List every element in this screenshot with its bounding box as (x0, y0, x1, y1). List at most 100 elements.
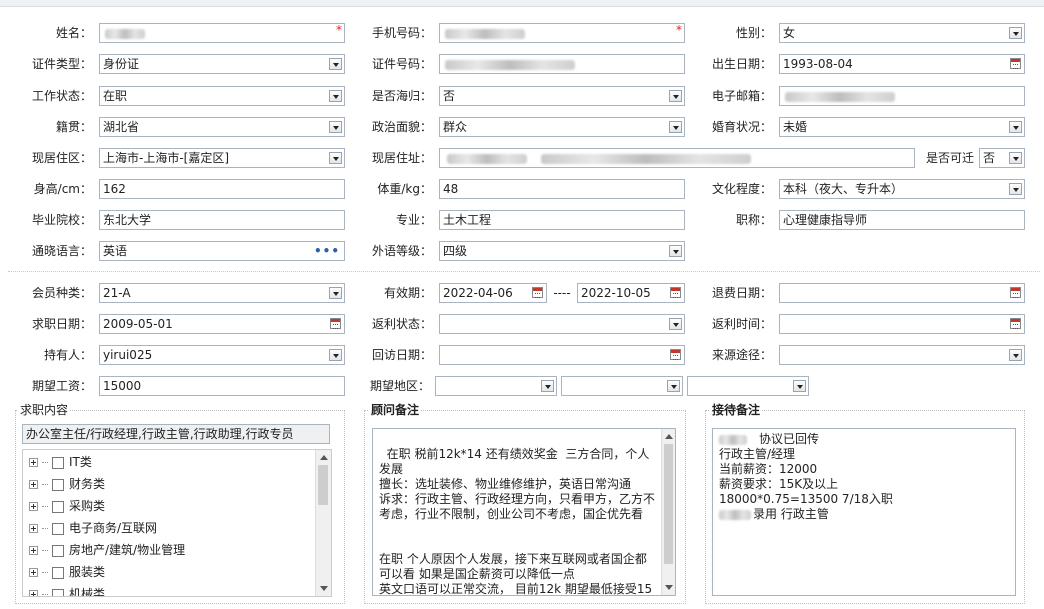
holder-select[interactable]: yirui025 (99, 345, 345, 365)
tree-item[interactable]: 机械类 (29, 585, 105, 596)
checkbox[interactable] (52, 522, 64, 535)
overseas-select[interactable]: 否 (439, 86, 685, 106)
scroll-up-icon[interactable] (665, 434, 673, 439)
expand-icon[interactable] (29, 502, 38, 511)
chevron-down-icon[interactable] (329, 152, 342, 164)
phone-field[interactable]: * (439, 23, 685, 43)
id-no-label: 证件号码： (371, 57, 432, 71)
scroll-up-icon[interactable] (320, 455, 328, 460)
expand-icon[interactable] (29, 480, 38, 489)
job-category-tree[interactable]: IT类 财务类 采购类 电子商务/互联网 房地产/建筑/物业管理 服装类 机械类 (22, 449, 332, 597)
valid-start-field[interactable]: 2022-04-06 (439, 283, 547, 303)
expand-icon[interactable] (29, 524, 38, 533)
major-field[interactable]: 土木工程 (439, 210, 685, 230)
calendar-icon[interactable] (1010, 318, 1021, 329)
advisor-note-textarea[interactable]: 在职 税前12k*14 还有绩效奖金 三方合同，个人发展 擅长：选址装修、物业维… (372, 428, 676, 596)
gender-select[interactable]: 女 (779, 23, 1025, 43)
calendar-icon[interactable] (330, 318, 341, 329)
region-district-select[interactable] (687, 376, 809, 396)
id-no-field[interactable] (439, 54, 685, 74)
calendar-icon[interactable] (532, 287, 543, 298)
member-type-select[interactable]: 21-A (99, 283, 345, 303)
checkbox[interactable] (52, 544, 64, 557)
tree-item[interactable]: 采购类 (29, 497, 105, 515)
checkbox[interactable] (52, 566, 64, 579)
chevron-down-icon[interactable] (1009, 152, 1022, 164)
rebate-time-field[interactable] (779, 314, 1025, 334)
hometown-select[interactable]: 湖北省 (99, 117, 345, 137)
language-field[interactable]: 英语 ••• (99, 241, 345, 261)
checkbox[interactable] (52, 456, 64, 469)
region-province-select[interactable] (435, 376, 557, 396)
expand-icon[interactable] (29, 590, 38, 596)
tree-item[interactable]: 房地产/建筑/物业管理 (29, 541, 185, 559)
title-field[interactable]: 心理健康指导师 (779, 210, 1025, 230)
checkbox[interactable] (52, 500, 64, 513)
email-field[interactable] (779, 86, 1025, 106)
residence-select[interactable]: 上海市-上海市-[嘉定区] (99, 148, 345, 168)
chevron-down-icon[interactable] (329, 90, 342, 102)
political-select[interactable]: 群众 (439, 117, 685, 137)
work-status-select[interactable]: 在职 (99, 86, 345, 106)
education-select[interactable]: 本科（夜大、专升本） (779, 179, 1025, 199)
reception-note-textarea[interactable]: 协议已回传 行政主管/经理 当前薪资：12000 薪资要求：15K及以上 180… (712, 428, 1016, 596)
chevron-down-icon[interactable] (1009, 349, 1022, 361)
salary-field[interactable]: 15000 (99, 376, 345, 396)
scroll-thumb[interactable] (318, 465, 328, 505)
scroll-down-icon[interactable] (320, 586, 328, 591)
chevron-down-icon[interactable] (669, 318, 682, 330)
source-select[interactable] (779, 345, 1025, 365)
expand-icon[interactable] (29, 546, 38, 555)
chevron-down-icon[interactable] (329, 287, 342, 299)
scroll-down-icon[interactable] (665, 585, 673, 590)
birth-date-field[interactable]: 1993-08-04 (779, 54, 1025, 74)
tree-item[interactable]: 电子商务/互联网 (29, 519, 157, 537)
job-date-field[interactable]: 2009-05-01 (99, 314, 345, 334)
chevron-down-icon[interactable] (669, 121, 682, 133)
expand-icon[interactable] (29, 458, 38, 467)
rebate-status-select[interactable] (439, 314, 685, 334)
scroll-thumb[interactable] (664, 444, 673, 564)
expand-icon[interactable] (29, 568, 38, 577)
name-field[interactable]: * (99, 23, 345, 43)
more-icon[interactable]: ••• (314, 244, 340, 258)
chevron-down-icon[interactable] (669, 245, 682, 257)
tree-item[interactable]: 财务类 (29, 475, 105, 493)
language-label: 通晓语言： (31, 244, 92, 258)
address-field[interactable] (439, 148, 915, 168)
chevron-down-icon[interactable] (1009, 121, 1022, 133)
rebate-time-label: 返利时间： (711, 317, 772, 331)
chevron-down-icon[interactable] (329, 58, 342, 70)
chevron-down-icon[interactable] (793, 380, 806, 392)
tree-item[interactable]: 服装类 (29, 563, 105, 581)
valid-end-field[interactable]: 2022-10-05 (577, 283, 685, 303)
marital-select[interactable]: 未婚 (779, 117, 1025, 137)
checkbox[interactable] (52, 478, 64, 491)
region-city-select[interactable] (561, 376, 683, 396)
chevron-down-icon[interactable] (667, 380, 680, 392)
weight-field[interactable]: 48 (439, 179, 685, 199)
refund-date-field[interactable] (779, 283, 1025, 303)
chevron-down-icon[interactable] (669, 90, 682, 102)
calendar-icon[interactable] (670, 349, 681, 360)
chevron-down-icon[interactable] (1009, 183, 1022, 195)
relocate-select[interactable]: 否 (979, 148, 1025, 168)
checkbox[interactable] (52, 588, 64, 596)
height-field[interactable]: 162 (99, 179, 345, 199)
calendar-icon[interactable] (670, 287, 681, 298)
chevron-down-icon[interactable] (329, 121, 342, 133)
calendar-icon[interactable] (1010, 287, 1021, 298)
overseas-label: 是否海归： (371, 89, 432, 103)
scrollbar[interactable] (315, 450, 331, 596)
id-type-select[interactable]: 身份证 (99, 54, 345, 74)
tree-item[interactable]: IT类 (29, 453, 92, 471)
calendar-icon[interactable] (1010, 58, 1021, 69)
scrollbar[interactable] (661, 429, 675, 595)
school-field[interactable]: 东北大学 (99, 210, 345, 230)
chevron-down-icon[interactable] (541, 380, 554, 392)
chevron-down-icon[interactable] (1009, 27, 1022, 39)
lang-level-select[interactable]: 四级 (439, 241, 685, 261)
visit-date-field[interactable] (439, 345, 685, 365)
job-intent-selected[interactable]: 办公室主任/行政经理,行政主管,行政助理,行政专员 (22, 424, 330, 444)
chevron-down-icon[interactable] (329, 349, 342, 361)
